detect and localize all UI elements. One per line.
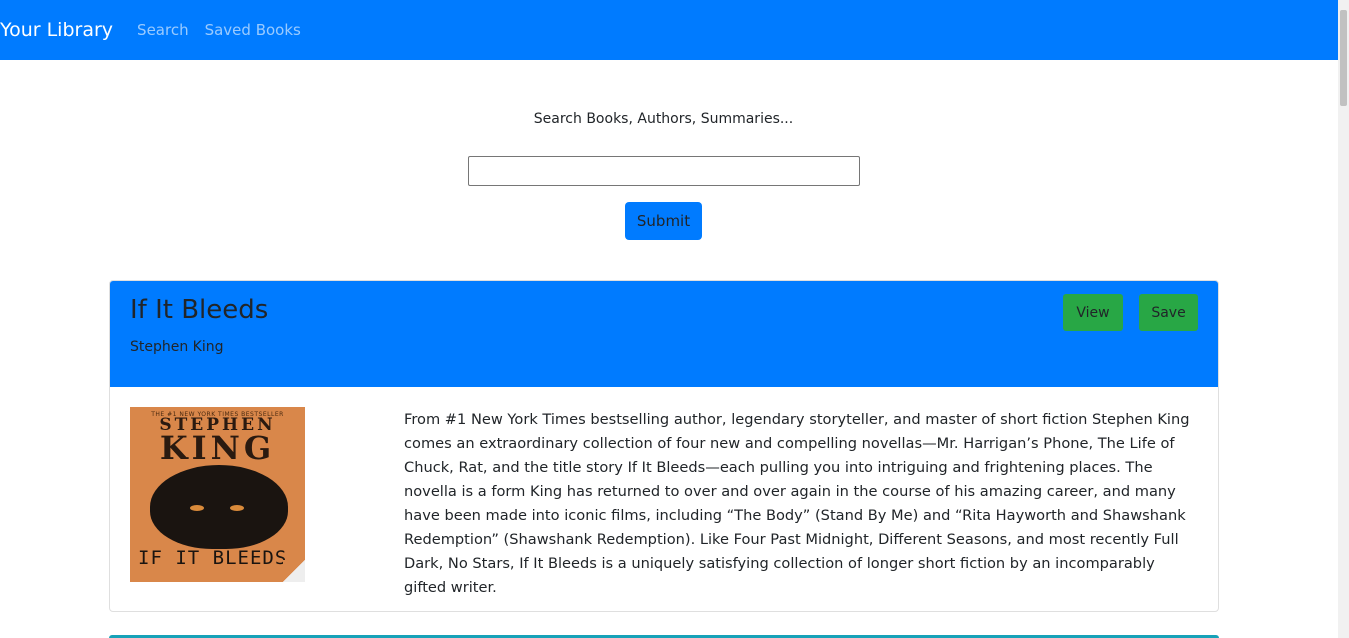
search-label: Search Books, Authors, Summaries... (533, 111, 794, 127)
cover-cat-eye (190, 505, 204, 511)
book-cover-image: THE #1 NEW YORK TIMES BESTSELLER STEPHEN… (130, 407, 305, 582)
book-author: Stephen King (130, 339, 224, 355)
nav-link-saved-books[interactable]: Saved Books (205, 21, 301, 39)
brand-link[interactable]: Your Library (0, 19, 113, 41)
view-button[interactable]: View (1063, 294, 1123, 331)
book-result-card: If It Bleeds Stephen King View Save THE … (109, 280, 1219, 612)
cover-page-curl (283, 560, 305, 582)
nav-link-search[interactable]: Search (137, 21, 189, 39)
card-header: If It Bleeds Stephen King View Save (110, 281, 1218, 387)
submit-button[interactable]: Submit (625, 202, 702, 240)
book-summary: From #1 New York Times bestselling autho… (404, 411, 1190, 596)
vertical-scrollbar[interactable] (1338, 0, 1349, 638)
cover-title-text: IF IT BLEEDS (138, 547, 288, 569)
scrollbar-thumb[interactable] (1340, 10, 1347, 106)
save-button[interactable]: Save (1139, 294, 1198, 331)
search-input[interactable] (468, 156, 860, 186)
cover-cat-illustration (150, 465, 288, 549)
cover-author-last: KING (159, 429, 276, 467)
book-title: If It Bleeds (130, 295, 269, 325)
navbar: Your Library Search Saved Books (0, 0, 1338, 60)
cover-cat-eye (230, 505, 244, 511)
